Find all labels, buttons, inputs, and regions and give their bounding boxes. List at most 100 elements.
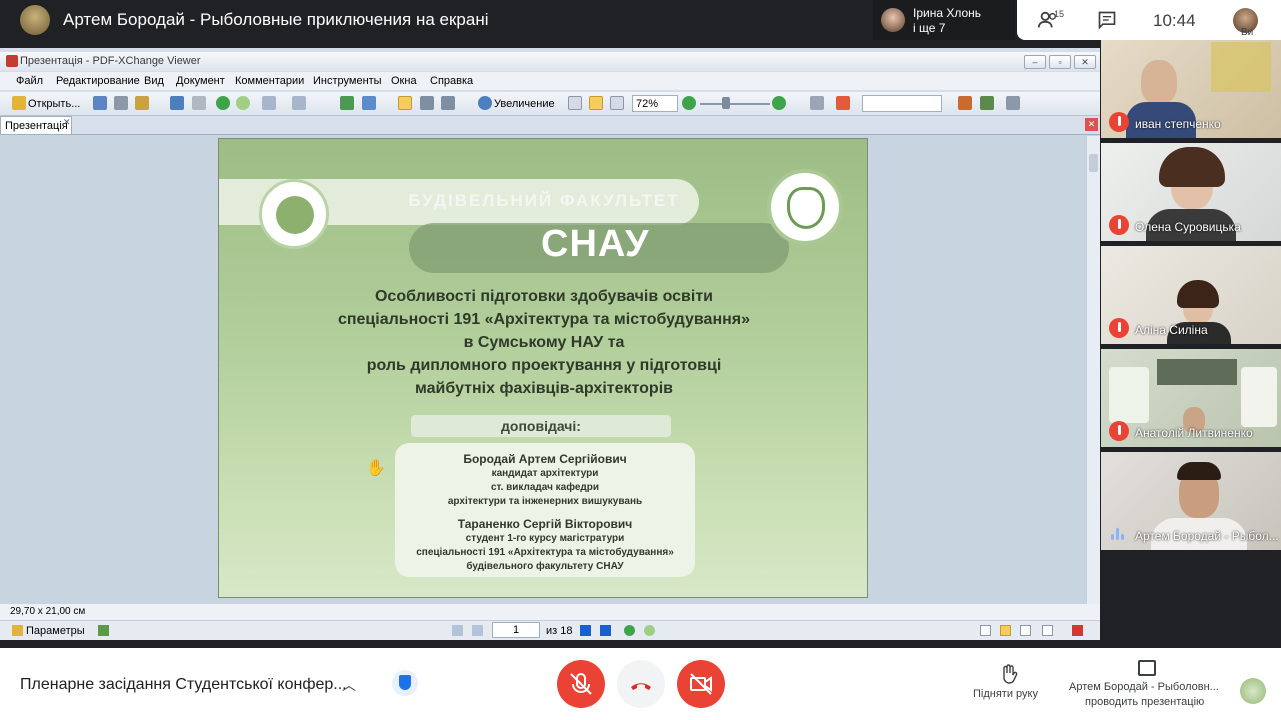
- menu-bar: Файл Редактирование Вид Документ Коммент…: [0, 72, 1100, 90]
- single-page-icon[interactable]: [980, 625, 991, 636]
- slide-page: БУДІВЕЛЬНИЙ ФАКУЛЬТЕТ СНАУ Особливості п…: [218, 138, 868, 598]
- university-logo: [259, 179, 329, 249]
- meet-window: Артем Бородай - Рыболовные приключения н…: [0, 0, 1281, 720]
- university-name: СНАУ: [541, 223, 650, 265]
- snapshot-icon[interactable]: [362, 96, 376, 110]
- search-input[interactable]: [862, 95, 942, 112]
- raise-hand-button[interactable]: Підняти руку: [973, 688, 1038, 700]
- participant-tile[interactable]: Анатолій Литвиненко: [1101, 349, 1281, 447]
- window-titlebar: Презентація - PDF-XChange Viewer – ▫ ✕: [0, 52, 1100, 71]
- select-text-icon[interactable]: [420, 96, 434, 110]
- first-page-icon[interactable]: [452, 625, 463, 636]
- participant-tile[interactable]: Артем Бородай - Рыбол...: [1101, 452, 1281, 550]
- zoom-slider-handle[interactable]: [722, 97, 730, 109]
- save-icon[interactable]: [93, 96, 107, 110]
- mic-toggle-button[interactable]: [557, 660, 605, 708]
- document-tab[interactable]: Презентація ✕: [0, 116, 72, 134]
- window-title: Презентація - PDF-XChange Viewer: [20, 55, 201, 67]
- activities-icon[interactable]: [1240, 678, 1266, 704]
- avatar: [881, 8, 905, 32]
- speaker-name: Бородай Артем Сергійович: [463, 452, 627, 466]
- next-page-icon[interactable]: [580, 625, 591, 636]
- minimize-button[interactable]: –: [1024, 55, 1046, 69]
- presenting-status: проводить презентацію: [1085, 696, 1205, 708]
- vertical-scrollbar[interactable]: [1086, 136, 1100, 604]
- customize-icon[interactable]: [1006, 96, 1020, 110]
- menu-comments[interactable]: Комментарии: [235, 75, 304, 87]
- zoom-in-icon[interactable]: [772, 96, 786, 110]
- hand-cursor-icon: ✋: [366, 460, 386, 477]
- nav-back-icon[interactable]: [624, 625, 635, 636]
- print-icon[interactable]: [114, 96, 128, 110]
- zoom-slider-track[interactable]: [700, 103, 770, 105]
- mic-off-icon: [1109, 215, 1129, 235]
- participant-tile[interactable]: Аліна Силіна: [1101, 246, 1281, 344]
- select-area-icon[interactable]: [441, 96, 455, 110]
- settings-icon[interactable]: [12, 625, 23, 636]
- menu-edit[interactable]: Редактирование: [56, 75, 140, 87]
- open-button[interactable]: Открыть...: [28, 98, 80, 110]
- actual-size-icon[interactable]: [568, 96, 582, 110]
- rotate-icon[interactable]: [340, 96, 354, 110]
- pdf-icon[interactable]: [1072, 625, 1083, 636]
- leave-call-button[interactable]: [617, 660, 665, 708]
- participant-hair: [1177, 462, 1221, 480]
- zoom-icon[interactable]: [478, 96, 492, 110]
- redo-icon[interactable]: [292, 96, 306, 110]
- search-web-icon[interactable]: [836, 96, 850, 110]
- participant-name: Артем Бородай - Рыбол...: [1135, 529, 1279, 543]
- menu-document[interactable]: Документ: [176, 75, 225, 87]
- last-page-icon[interactable]: [600, 625, 611, 636]
- ocr-icon[interactable]: [192, 96, 206, 110]
- menu-file[interactable]: Файл: [16, 75, 43, 87]
- chat-icon[interactable]: [1097, 10, 1117, 30]
- speaking-participant-chip[interactable]: Ірина Хлонь і ще 7: [873, 0, 1015, 40]
- present-screen-icon[interactable]: [1138, 660, 1156, 676]
- facing-icon[interactable]: [1020, 625, 1031, 636]
- scan-icon[interactable]: [170, 96, 184, 110]
- tools-icon[interactable]: [980, 96, 994, 110]
- link-icon[interactable]: [810, 96, 824, 110]
- fit-page-icon[interactable]: [589, 96, 603, 110]
- zoom-out-icon[interactable]: [682, 96, 696, 110]
- plugin-icon[interactable]: [98, 625, 109, 636]
- open-icon[interactable]: [12, 96, 26, 110]
- zoom-level-input[interactable]: 72%: [632, 95, 678, 112]
- zoom-tool-button[interactable]: Увеличение: [494, 98, 555, 110]
- presentation-title: Артем Бородай - Рыболовные приключения н…: [63, 10, 489, 29]
- back-icon[interactable]: [216, 96, 230, 110]
- menu-windows[interactable]: Окна: [391, 75, 417, 87]
- document-close-icon[interactable]: ✕: [1085, 118, 1098, 131]
- fit-width-icon[interactable]: [610, 96, 624, 110]
- raise-hand-icon[interactable]: [1000, 664, 1018, 684]
- menu-view[interactable]: Вид: [144, 75, 164, 87]
- export-icon[interactable]: [135, 96, 149, 110]
- shield-icon[interactable]: [392, 670, 418, 696]
- facing-continuous-icon[interactable]: [1042, 625, 1053, 636]
- participant-tile[interactable]: Олена Суровицька: [1101, 143, 1281, 241]
- mic-off-icon: [1109, 421, 1129, 441]
- nav-forward-icon[interactable]: [644, 625, 655, 636]
- page-number-input[interactable]: 1: [492, 622, 540, 638]
- participant-tile[interactable]: иван степченко: [1101, 40, 1281, 138]
- chevron-up-icon[interactable]: ︿: [342, 675, 356, 695]
- menu-tools[interactable]: Инструменты: [313, 75, 382, 87]
- maximize-button[interactable]: ▫: [1049, 55, 1071, 69]
- undo-icon[interactable]: [262, 96, 276, 110]
- participant-name: Анатолій Литвиненко: [1135, 426, 1253, 440]
- close-button[interactable]: ✕: [1074, 55, 1096, 69]
- meeting-title[interactable]: Пленарне засідання Студентської конфер..…: [20, 676, 347, 694]
- hand-tool-icon[interactable]: [398, 96, 412, 110]
- prev-page-icon[interactable]: [472, 625, 483, 636]
- participant-face: [1141, 60, 1177, 104]
- forward-icon[interactable]: [236, 96, 250, 110]
- camera-toggle-button[interactable]: [677, 660, 725, 708]
- menu-help[interactable]: Справка: [430, 75, 473, 87]
- chip-name: Ірина Хлонь: [913, 6, 982, 20]
- find-icon[interactable]: [958, 96, 972, 110]
- continuous-icon[interactable]: [1000, 625, 1011, 636]
- parameters-button[interactable]: Параметры: [26, 625, 85, 637]
- presenter-label: Артем Бородай - Рыболовн...: [1069, 681, 1219, 693]
- tab-close-icon[interactable]: ✕: [63, 117, 71, 128]
- scrollbar-thumb[interactable]: [1089, 154, 1098, 172]
